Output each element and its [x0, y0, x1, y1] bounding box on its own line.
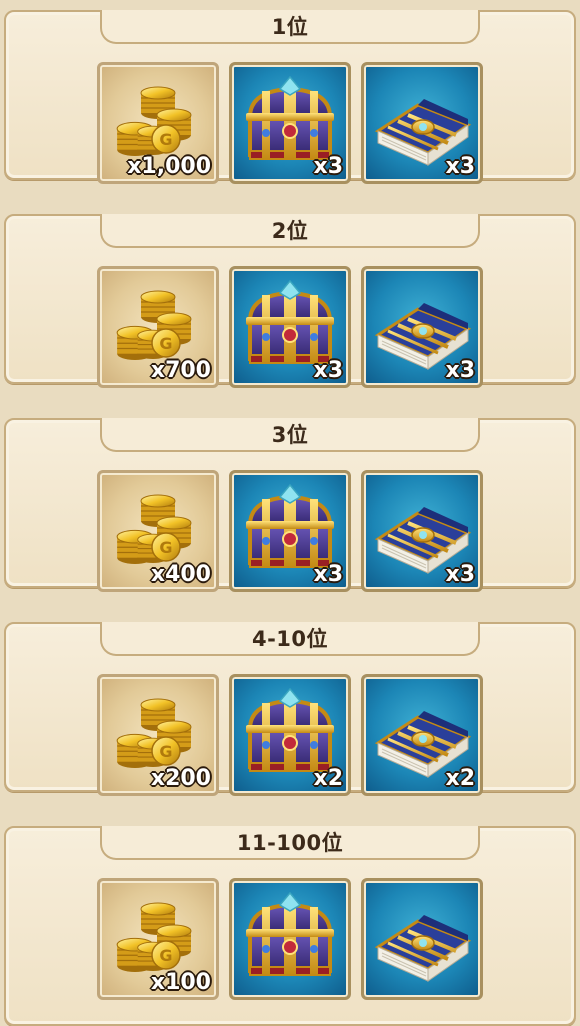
reward-item-gold[interactable]: x100 [97, 878, 219, 1000]
reward-item-chest[interactable] [229, 878, 351, 1000]
rank-tab: 3位 [100, 418, 480, 452]
reward-list: 1位 x1,000 x3 x3 2位 x700 x3 x3 3位 x400 x3… [0, 0, 580, 1026]
item-quantity: x400 [150, 562, 211, 587]
rank-tab: 11-100位 [100, 826, 480, 860]
rank-label: 1位 [271, 15, 309, 39]
rank-label: 3位 [271, 423, 309, 447]
item-quantity: x100 [150, 970, 211, 995]
rank-tab: 1位 [100, 10, 480, 44]
item-quantity: x3 [313, 562, 344, 587]
reward-item-book[interactable]: x3 [361, 62, 483, 184]
spell-book-icon [364, 881, 480, 997]
item-quantity: x2 [313, 766, 344, 791]
reward-item-chest[interactable]: x3 [229, 266, 351, 388]
reward-item-gold[interactable]: x1,000 [97, 62, 219, 184]
reward-tier-3: 3位 x400 x3 x3 [4, 418, 576, 592]
reward-items: x1,000 x3 x3 [97, 62, 483, 184]
item-quantity: x200 [150, 766, 211, 791]
reward-tier-2: 2位 x700 x3 x3 [4, 214, 576, 388]
item-quantity: x3 [313, 358, 344, 383]
reward-item-chest[interactable]: x2 [229, 674, 351, 796]
reward-item-gold[interactable]: x400 [97, 470, 219, 592]
item-quantity: x3 [313, 154, 344, 179]
reward-item-book[interactable]: x3 [361, 266, 483, 388]
item-quantity: x2 [445, 766, 476, 791]
reward-item-book[interactable]: x3 [361, 470, 483, 592]
reward-item-book[interactable]: x2 [361, 674, 483, 796]
treasure-chest-icon [232, 881, 348, 997]
item-quantity: x700 [150, 358, 211, 383]
rank-label: 4-10位 [251, 627, 329, 651]
reward-tier-5: 11-100位 x100 [4, 826, 576, 1026]
reward-item-chest[interactable]: x3 [229, 470, 351, 592]
rank-tab: 2位 [100, 214, 480, 248]
reward-items: x400 x3 x3 [97, 470, 483, 592]
reward-item-gold[interactable]: x700 [97, 266, 219, 388]
reward-items: x100 [97, 878, 483, 1000]
reward-item-chest[interactable]: x3 [229, 62, 351, 184]
reward-item-book[interactable] [361, 878, 483, 1000]
reward-tier-4: 4-10位 x200 x2 x2 [4, 622, 576, 796]
item-quantity: x3 [445, 358, 476, 383]
rank-label: 11-100位 [236, 831, 344, 855]
item-quantity: x1,000 [127, 154, 211, 179]
item-quantity: x3 [445, 562, 476, 587]
rank-tab: 4-10位 [100, 622, 480, 656]
reward-items: x200 x2 x2 [97, 674, 483, 796]
rank-label: 2位 [271, 219, 309, 243]
reward-tier-1: 1位 x1,000 x3 x3 [4, 10, 576, 184]
item-quantity: x3 [445, 154, 476, 179]
reward-item-gold[interactable]: x200 [97, 674, 219, 796]
reward-items: x700 x3 x3 [97, 266, 483, 388]
